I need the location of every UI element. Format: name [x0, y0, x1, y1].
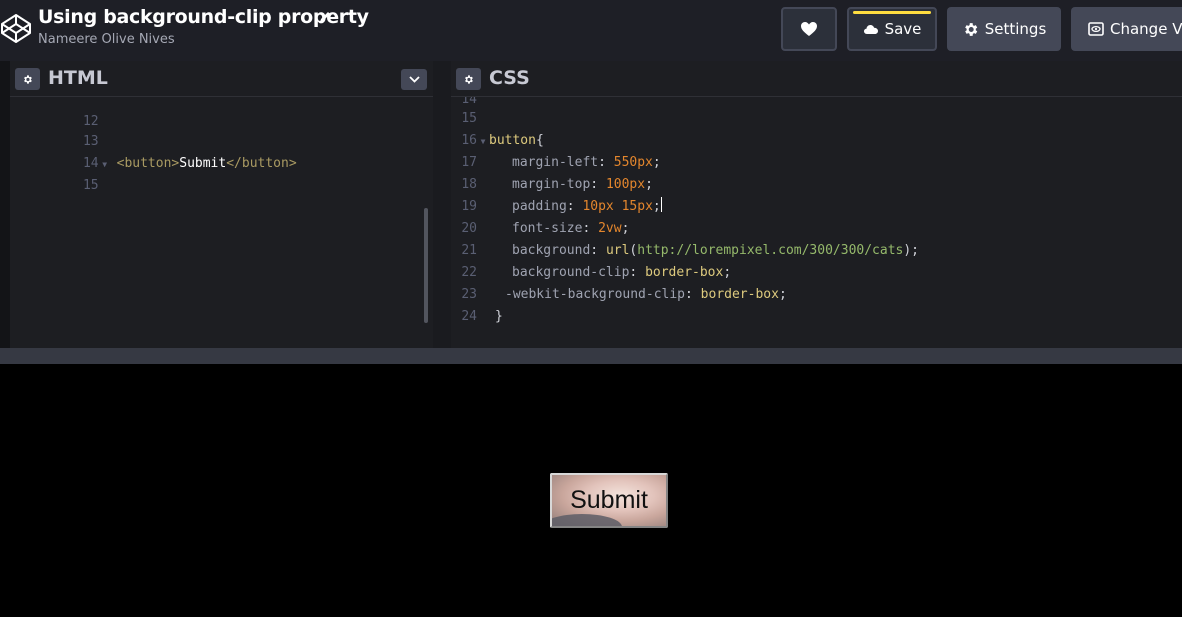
- pane-divider[interactable]: [433, 61, 451, 348]
- code-line: 19 padding: 10px 15px;: [461, 197, 662, 214]
- css-pane-title: CSS: [489, 67, 530, 89]
- preview-submit-label: Submit: [570, 486, 648, 514]
- code-line: 15: [461, 111, 477, 126]
- background-image-shade: [552, 514, 622, 526]
- html-collapse-button[interactable]: [401, 69, 427, 90]
- code-line: 18 margin-top: 100px;: [461, 177, 653, 192]
- chevron-down-icon: [408, 76, 420, 83]
- gear-icon: [964, 22, 977, 36]
- gear-icon: [24, 74, 32, 84]
- author-name[interactable]: Nameere Olive Nives: [38, 32, 175, 47]
- gear-icon: [465, 74, 473, 84]
- html-editor[interactable]: HTML 12 13 14 ▼ <button>Submit</button> 15: [10, 61, 433, 348]
- css-editor[interactable]: CSS 14 15 16 ▼ button{ 17 margin-left: 550p…: [451, 61, 1182, 348]
- editor-header: Using background-clip property Nameere O…: [0, 0, 1182, 61]
- code-line: 21 background: url(http://lorempixel.com/…: [461, 243, 920, 258]
- css-settings-button[interactable]: [456, 68, 481, 90]
- result-preview: Submit: [0, 364, 1182, 617]
- fold-arrow-icon[interactable]: ▼: [477, 131, 489, 153]
- save-label: Save: [884, 20, 922, 38]
- code-line: 15: [82, 178, 99, 193]
- cloud-icon: [863, 25, 878, 34]
- code-line: 17 margin-left: 550px;: [461, 155, 661, 170]
- view-icon: [1088, 22, 1104, 36]
- css-code[interactable]: 14 15 16 ▼ button{ 17 margin-left: 550px; 1…: [451, 97, 1182, 348]
- change-view-label: Change View: [1110, 20, 1182, 38]
- code-line: 13: [82, 134, 99, 149]
- love-button[interactable]: [781, 7, 837, 51]
- text-cursor: [660, 197, 662, 212]
- editors-area: HTML 12 13 14 ▼ <button>Submit</button> 15: [0, 61, 1182, 348]
- code-line: 24}: [461, 309, 503, 324]
- code-line: 14 ▼ <button>Submit</button>: [10, 131, 297, 171]
- settings-button[interactable]: Settings: [947, 7, 1061, 51]
- change-view-button[interactable]: Change View: [1071, 7, 1182, 51]
- edit-pencil-icon[interactable]: [318, 10, 332, 24]
- save-indicator: [853, 11, 931, 14]
- preview-resize-handle[interactable]: [0, 348, 1182, 364]
- fold-arrow-icon[interactable]: ▼: [99, 154, 111, 176]
- save-button[interactable]: Save: [847, 7, 937, 51]
- heart-icon: [801, 22, 817, 36]
- html-scrollbar[interactable]: [424, 208, 428, 323]
- code-line: 22 background-clip: border-box;: [461, 265, 732, 280]
- settings-label: Settings: [984, 20, 1047, 38]
- css-editor-header: CSS: [451, 61, 1182, 97]
- codepen-logo-icon[interactable]: [0, 12, 32, 44]
- html-code[interactable]: 12 13 14 ▼ <button>Submit</button> 15: [10, 97, 433, 348]
- html-settings-button[interactable]: [15, 68, 40, 90]
- code-line: 20 font-size: 2vw;: [461, 221, 630, 236]
- code-line: 16 ▼ button{: [451, 130, 543, 153]
- preview-submit-button[interactable]: Submit: [550, 473, 668, 528]
- code-line: 23 -webkit-background-clip: border-box;: [461, 287, 787, 302]
- html-editor-header: HTML: [10, 61, 433, 97]
- html-pane-title: HTML: [48, 67, 108, 89]
